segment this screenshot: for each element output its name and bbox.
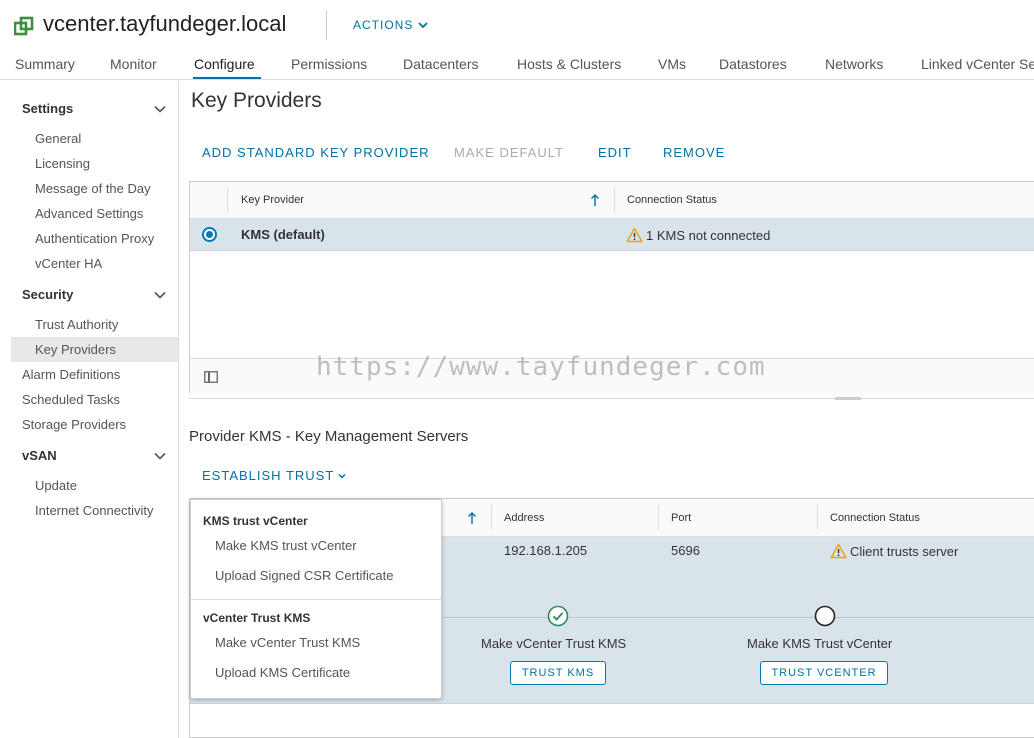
tab-summary[interactable]: Summary	[15, 56, 75, 72]
watermark-text: https://www.tayfundeger.com	[316, 352, 766, 382]
key-provider-name: KMS (default)	[241, 227, 325, 242]
grid-header: Key Provider Connection Status	[190, 182, 1034, 219]
empty-circle-icon	[814, 605, 836, 627]
edit-button[interactable]: EDIT	[598, 145, 632, 160]
warning-icon	[626, 227, 643, 243]
actions-label: ACTIONS	[353, 18, 414, 32]
remove-button[interactable]: REMOVE	[663, 145, 725, 160]
column-header-connection-status[interactable]: Connection Status	[627, 194, 717, 206]
establish-trust-button[interactable]: ESTABLISH TRUST	[202, 468, 347, 483]
column-header-port[interactable]: Port	[671, 512, 691, 524]
sidebar-item-general[interactable]: General	[35, 131, 81, 146]
sort-ascending-icon[interactable]	[590, 194, 600, 207]
column-header-connection-status[interactable]: Connection Status	[830, 512, 920, 524]
make-default-button[interactable]: MAKE DEFAULT	[454, 145, 564, 160]
tab-configure[interactable]: Configure	[194, 56, 255, 72]
tab-hosts-clusters[interactable]: Hosts & Clusters	[517, 56, 621, 72]
trust-vcenter-button[interactable]: TRUST VCENTER	[760, 661, 888, 685]
menu-item-upload-kms-certificate[interactable]: Upload KMS Certificate	[215, 665, 350, 680]
dropdown-group-header: vCenter Trust KMS	[203, 611, 311, 625]
sort-ascending-icon[interactable]	[467, 512, 477, 525]
active-tab-indicator	[193, 77, 261, 79]
header-divider	[326, 10, 327, 40]
menu-item-upload-signed-csr[interactable]: Upload Signed CSR Certificate	[215, 568, 393, 583]
tab-datacenters[interactable]: Datacenters	[403, 56, 478, 72]
warning-icon	[830, 543, 847, 559]
splitter-handle[interactable]	[835, 397, 861, 400]
dropdown-group-header: KMS trust vCenter	[203, 514, 308, 528]
table-row[interactable]: KMS (default) 1 KMS not connected	[190, 219, 1034, 251]
column-divider	[227, 188, 228, 212]
kms-connection-status: Client trusts server	[850, 544, 959, 559]
trust-kms-button[interactable]: TRUST KMS	[510, 661, 606, 685]
actions-menu-button[interactable]: ACTIONS	[353, 18, 429, 32]
sidebar-item-alarm-definitions[interactable]: Alarm Definitions	[22, 367, 120, 382]
chevron-down-icon[interactable]	[154, 289, 166, 301]
row-radio-selected[interactable]	[202, 227, 217, 242]
menu-item-make-vcenter-trust-kms[interactable]: Make vCenter Trust KMS	[215, 635, 360, 650]
sidebar: Settings General Licensing Message of th…	[0, 81, 179, 738]
tab-monitor[interactable]: Monitor	[110, 56, 157, 72]
chevron-down-icon	[418, 22, 428, 29]
column-divider	[491, 505, 492, 529]
column-divider	[817, 505, 818, 529]
column-header-address[interactable]: Address	[504, 512, 544, 524]
sidebar-item-authentication-proxy[interactable]: Authentication Proxy	[35, 231, 154, 246]
tab-datastores[interactable]: Datastores	[719, 56, 787, 72]
sidebar-section-vsan[interactable]: vSAN	[22, 448, 57, 463]
step-label-trust-vcenter: Make KMS Trust vCenter	[747, 636, 893, 651]
check-circle-icon	[547, 605, 569, 627]
column-toggle-icon[interactable]	[204, 371, 218, 383]
tab-vms[interactable]: VMs	[658, 56, 686, 72]
chevron-down-icon[interactable]	[154, 103, 166, 115]
menu-item-make-kms-trust-vcenter[interactable]: Make KMS trust vCenter	[215, 538, 357, 553]
kms-section-title: Provider KMS - Key Management Servers	[189, 428, 469, 445]
sidebar-item-key-providers[interactable]: Key Providers	[35, 342, 116, 357]
sidebar-item-trust-authority[interactable]: Trust Authority	[35, 317, 118, 332]
tab-networks[interactable]: Networks	[825, 56, 883, 72]
sidebar-section-security[interactable]: Security	[22, 287, 73, 302]
establish-trust-label: ESTABLISH TRUST	[202, 468, 335, 483]
sidebar-item-update[interactable]: Update	[35, 478, 77, 493]
sidebar-item-scheduled-tasks[interactable]: Scheduled Tasks	[22, 392, 120, 407]
trust-steps-connector	[440, 617, 1034, 618]
object-title: vcenter.tayfundeger.local	[43, 11, 287, 36]
add-standard-key-provider-button[interactable]: ADD STANDARD KEY PROVIDER	[202, 145, 430, 160]
sidebar-section-settings[interactable]: Settings	[22, 101, 73, 116]
pane-splitter	[189, 398, 1034, 399]
chevron-down-icon	[338, 473, 346, 479]
sidebar-item-advanced-settings[interactable]: Advanced Settings	[35, 206, 143, 221]
column-divider	[614, 188, 615, 212]
sidebar-item-vcenter-ha[interactable]: vCenter HA	[35, 256, 102, 271]
app-header: vcenter.tayfundeger.local ACTIONS	[0, 0, 1034, 52]
page-title: Key Providers	[191, 89, 322, 112]
step-label-trust-kms: Make vCenter Trust KMS	[481, 636, 627, 651]
column-header-key-provider[interactable]: Key Provider	[241, 194, 304, 206]
sidebar-item-storage-providers[interactable]: Storage Providers	[22, 417, 126, 432]
kms-address: 192.168.1.205	[504, 543, 588, 558]
column-divider	[658, 505, 659, 529]
dropdown-divider	[191, 599, 441, 600]
kms-port: 5696	[671, 543, 700, 558]
chevron-down-icon[interactable]	[154, 450, 166, 462]
tab-permissions[interactable]: Permissions	[291, 56, 367, 72]
sidebar-item-internet-connectivity[interactable]: Internet Connectivity	[35, 503, 154, 518]
establish-trust-dropdown: KMS trust vCenter Make KMS trust vCenter…	[190, 499, 442, 699]
tab-bar: Summary Monitor Configure Permissions Da…	[0, 52, 1034, 80]
tab-linked-vcenter[interactable]: Linked vCenter Server Systems	[921, 56, 1034, 72]
sidebar-item-message-of-the-day[interactable]: Message of the Day	[35, 181, 151, 196]
vcenter-icon	[14, 16, 34, 36]
connection-status-text: 1 KMS not connected	[646, 228, 771, 243]
sidebar-item-licensing[interactable]: Licensing	[35, 156, 90, 171]
